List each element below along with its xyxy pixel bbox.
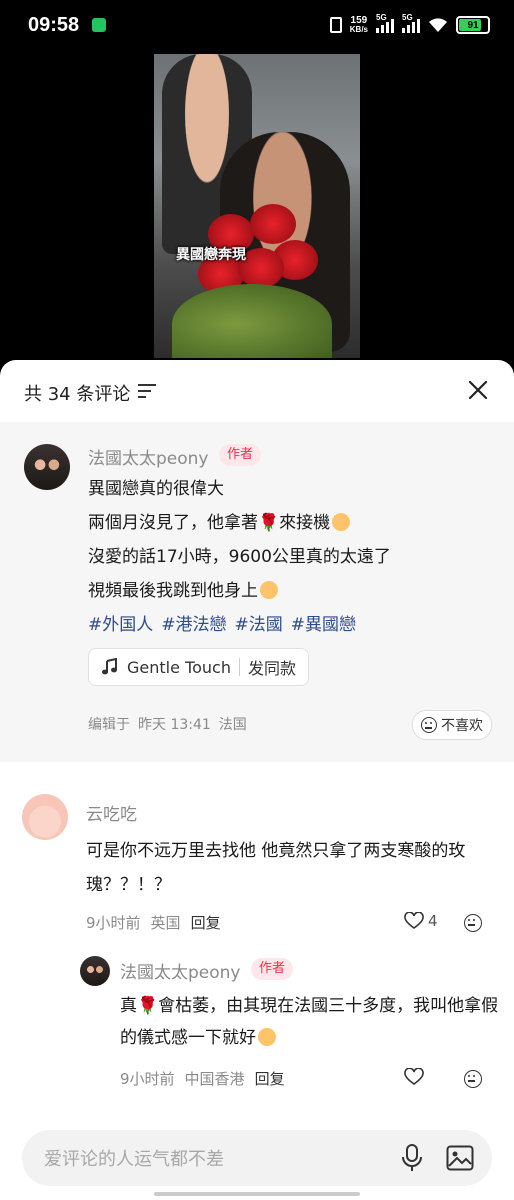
author-name[interactable]: 法國太太peony [88,444,209,469]
use-sound-button[interactable]: 发同款 [248,655,296,679]
dislike-face-icon [464,914,482,932]
hashtag[interactable]: #異國戀 [291,610,356,635]
reply-button[interactable]: 回复 [191,912,221,933]
comments-header: 共 34 条评论 [0,360,514,422]
avatar[interactable] [22,794,68,840]
network-speed: 159 KB/s [349,15,368,35]
comment-input[interactable] [42,1130,386,1188]
comment-input-bar [0,1118,514,1200]
home-indicator[interactable] [154,1192,360,1196]
comment-meta: 9小时前 英国 回复 [86,912,221,933]
music-note-icon [102,658,117,675]
emoji-icon [260,581,278,599]
video-frame-leaves [172,284,332,358]
video-caption: 異國戀奔現 [176,247,246,263]
status-icons: 159 KB/s 5G 5G 91 [329,13,490,35]
comment-input-container [22,1130,492,1188]
battery-icon: 91 [456,16,490,34]
hashtag[interactable]: #法國 [235,610,283,635]
microphone-icon[interactable] [400,1144,424,1172]
avatar[interactable] [80,956,110,986]
commenter-name[interactable]: 云吃吃 [86,800,137,825]
like-button[interactable]: 4 [404,912,438,930]
like-button[interactable] [404,1068,424,1086]
signal-icon: 5G [402,13,420,33]
vibrate-icon [329,17,342,33]
rose-emoji-icon: 🌹 [137,996,159,1016]
status-bar: 09:58 159 KB/s 5G 5G 91 [0,0,514,56]
heart-icon [404,912,424,929]
signal-icon: 5G [376,13,394,33]
wifi-icon [429,18,447,32]
hashtag[interactable]: #外国人 [88,610,153,635]
rose-emoji-icon: 🌹 [258,513,280,533]
dislike-button[interactable] [464,1070,482,1088]
heart-icon [404,1068,424,1085]
comment-text: 可是你不远万里去找他 他竟然只拿了两支寒酸的玫瑰？？！？ [86,841,466,895]
app-notification-icon [92,18,106,32]
reply-item: 法國太太peony 作者 真🌹會枯萎，由其現在法國三十多度，我叫他拿假的儀式感一… [0,956,514,1106]
dislike-face-icon [421,717,437,733]
emoji-icon [332,513,351,531]
note-meta: 编辑于 昨天 13:41 法国 [88,717,247,733]
close-icon[interactable] [466,378,490,402]
comments-sheet: 共 34 条评论 法國太太peony 作者 異國戀真的很偉大 兩個月沒見了，他拿… [0,360,514,1200]
comment-meta: 9小时前 中国香港 回复 [120,1068,285,1089]
note-text: 異國戀真的很偉大 兩個月沒見了，他拿著🌹來接機 沒愛的話17小時，9600公里真… [88,479,391,601]
image-icon[interactable] [446,1145,474,1171]
dislike-button[interactable] [464,914,482,932]
status-time: 09:58 [28,14,80,36]
comment-item: 云吃吃 可是你不远万里去找他 他竟然只拿了两支寒酸的玫瑰？？！？ 9小时前 英国… [0,794,514,974]
like-count: 4 [428,912,438,930]
hashtag-list: #外国人 #港法戀 #法國 #異國戀 [88,610,356,635]
dislike-button[interactable]: 不喜欢 [412,710,492,740]
dislike-face-icon [464,1070,482,1088]
divider [238,658,240,676]
sort-icon[interactable] [138,384,156,400]
hashtag[interactable]: #港法戀 [161,610,226,635]
video-player[interactable]: 異國戀奔現 [154,54,360,358]
music-title: Gentle Touch [127,657,231,677]
author-badge: 作者 [251,958,294,980]
emoji-icon [258,1028,276,1046]
reply-button[interactable]: 回复 [255,1068,285,1089]
commenter-name[interactable]: 法國太太peony [120,958,241,983]
comment-count: 共 34 条评论 [24,384,131,405]
music-chip[interactable]: Gentle Touch 发同款 [88,648,309,686]
pinned-author-note: 法國太太peony 作者 異國戀真的很偉大 兩個月沒見了，他拿著🌹來接機 沒愛的… [0,422,514,762]
avatar[interactable] [24,444,70,490]
comment-text: 真🌹會枯萎，由其現在法國三十多度，我叫他拿假的儀式感一下就好 [120,996,499,1048]
author-badge: 作者 [219,444,262,466]
